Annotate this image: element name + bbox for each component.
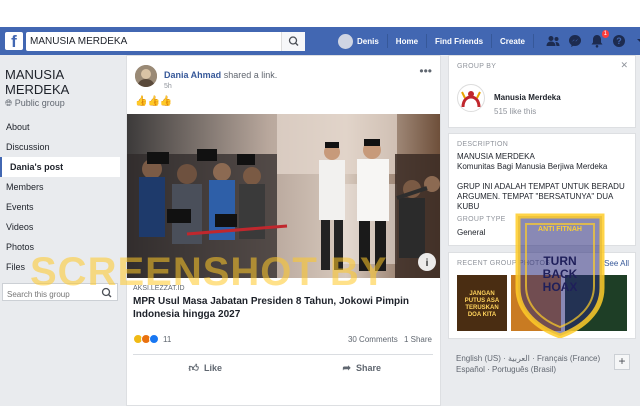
nav-about[interactable]: About	[0, 117, 120, 137]
nav-home[interactable]: Home	[396, 37, 418, 46]
group-privacy: 🌐︎ Public group	[5, 98, 65, 108]
like-button[interactable]: 👍︎ Like	[127, 358, 284, 378]
friend-requests-icon[interactable]	[546, 34, 560, 48]
page-logo[interactable]	[457, 84, 485, 112]
description-caps: GRUP INI ADALAH TEMPAT UNTUK BERADU ARGU…	[457, 182, 625, 211]
post-emoji-text: 👍👍👍	[135, 96, 173, 107]
group-by-card: GROUP BY ✕ Manusia Merdeka 515 like this	[448, 55, 636, 128]
navbar-right: Denis Home Find Friends Create 1 ?	[338, 27, 640, 55]
seal-mid-text: TURN BACK HOAX	[542, 254, 578, 294]
group-title[interactable]: MANUSIA MERDEKA	[5, 67, 69, 97]
nav-find-friends[interactable]: Find Friends	[435, 37, 483, 46]
nav-create[interactable]: Create	[500, 37, 525, 46]
author-avatar[interactable]	[135, 65, 157, 87]
shares-count[interactable]: 1 Share	[404, 335, 432, 344]
thumbs-up-icon: 👍︎	[188, 363, 199, 374]
nav-profile[interactable]: Denis	[357, 37, 379, 46]
post-divider	[133, 354, 433, 355]
notifications-icon[interactable]: 1	[590, 30, 609, 48]
close-icon[interactable]: ✕	[620, 60, 628, 71]
search-button[interactable]	[281, 32, 305, 51]
nav-members[interactable]: Members	[0, 177, 120, 197]
comments-count[interactable]: 30 Comments	[348, 335, 398, 344]
post-header: Dania Ahmad shared a link.	[164, 70, 277, 80]
facebook-logo-icon[interactable]: f	[5, 32, 23, 50]
nav-divider	[386, 34, 388, 48]
facebook-navbar: f Denis Home Find Friends Create	[0, 27, 640, 55]
share-button[interactable]: ➦ Share	[284, 358, 441, 378]
post-action-text: shared a link.	[223, 70, 278, 80]
group-by-header: GROUP BY	[457, 63, 497, 70]
search-input[interactable]	[26, 32, 281, 51]
nav-danias-post[interactable]: Dania's post	[0, 157, 120, 177]
nav-videos[interactable]: Videos	[0, 217, 120, 237]
seal-top-text: ANTI FITNAH	[538, 226, 582, 233]
link-title[interactable]: MPR Usul Masa Jabatan Presiden 8 Tahun, …	[133, 295, 433, 321]
group-by-name[interactable]: Manusia Merdeka	[494, 93, 561, 102]
languages-line-1[interactable]: English (US) · العربية · Français (Franc…	[456, 354, 600, 363]
screenshot-watermark: SCREENSHOT BY	[30, 250, 388, 294]
like-reaction-icon	[149, 334, 159, 344]
nav-divider	[491, 34, 493, 48]
language-card: English (US) · العربية · Français (Franc…	[448, 346, 636, 386]
raised-hands-logo-icon	[461, 91, 481, 108]
add-language-button[interactable]: +	[614, 354, 630, 370]
author-name[interactable]: Dania Ahmad	[164, 70, 221, 80]
recent-photo-1[interactable]: JANGAN PUTUS ASA TERUSKAN DOA KITA	[457, 275, 507, 331]
group-by-likes: 515 like this	[494, 107, 537, 116]
nav-divider	[532, 34, 534, 48]
post-card: Dania Ahmad shared a link. 5h ••• 👍👍👍 i …	[126, 55, 441, 406]
group-type-header: GROUP TYPE	[457, 216, 506, 223]
anti-hoax-seal: ANTI FITNAH TURN BACK HOAX	[510, 210, 610, 339]
nav-divider	[426, 34, 428, 48]
description-header: DESCRIPTION	[457, 141, 509, 148]
reaction-count: 11	[163, 334, 172, 344]
nav-events[interactable]: Events	[0, 197, 120, 217]
post-options-icon[interactable]: •••	[419, 64, 432, 78]
group-type-value: General	[457, 228, 486, 237]
reactions-summary[interactable]: 11	[133, 334, 171, 344]
post-timestamp[interactable]: 5h	[164, 83, 172, 90]
help-icon[interactable]: ?	[612, 34, 626, 48]
dropdown-arrow-icon[interactable]	[634, 34, 640, 48]
nav-discussion[interactable]: Discussion	[0, 137, 120, 157]
svg-text:i: i	[426, 258, 429, 269]
group-left-sidebar: MANUSIA MERDEKA 🌐︎ Public group About Di…	[0, 55, 125, 406]
post-counts: 30 Comments 1 Share	[348, 335, 432, 344]
post-actions: 👍︎ Like ➦ Share	[127, 358, 440, 378]
recent-photo-1-text: JANGAN PUTUS ASA TERUSKAN DOA KITA	[464, 291, 500, 318]
share-arrow-icon: ➦	[342, 362, 351, 374]
globe-icon: 🌐︎	[5, 98, 13, 108]
notification-badge: 1	[601, 30, 609, 38]
search-icon	[288, 36, 299, 46]
description-line-1: MANUSIA MERDEKA	[457, 152, 535, 161]
screenshot-frame: f Denis Home Find Friends Create	[0, 0, 640, 406]
languages-line-2[interactable]: Español · Português (Brasil)	[456, 365, 556, 374]
messenger-icon[interactable]	[568, 34, 582, 48]
svg-text:?: ?	[616, 36, 622, 46]
user-avatar[interactable]	[338, 33, 353, 49]
global-search[interactable]	[26, 32, 305, 51]
description-line-2: Komunitas Bagi Manusia Berjiwa Merdeka	[457, 162, 608, 171]
